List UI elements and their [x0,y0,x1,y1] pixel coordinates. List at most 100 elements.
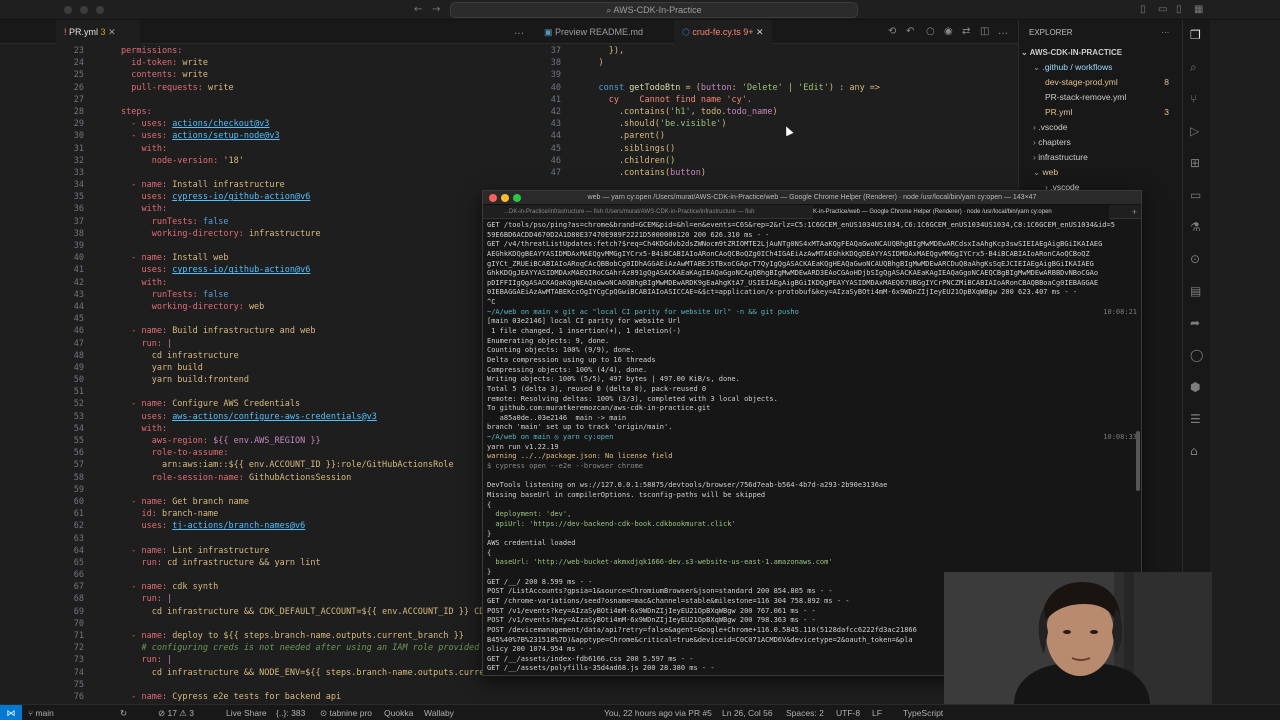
close-icon[interactable]: ✕ [756,27,764,37]
tree-item[interactable]: PR.yml 3 [1045,105,1181,120]
code-line: id-token: write [121,58,209,69]
line-number: 72 [73,643,84,654]
forward-arrow-icon[interactable]: → [432,4,440,15]
terminal-line: AWS credential loaded [487,539,576,548]
command-center[interactable]: ⌕ AWS-CDK-In-Practice [450,2,858,18]
sync-button[interactable]: ↻ [120,705,127,720]
run-debug-icon[interactable]: ▷ [1190,124,1199,138]
testing-icon[interactable]: ⚗ [1190,220,1201,234]
source-control-icon[interactable]: ⑂ [1190,92,1197,106]
git-blame[interactable]: You, 22 hours ago via PR #5 [604,705,712,720]
problems-indicator[interactable]: ⊘ 17 ⚠ 3 [158,705,194,720]
search-icon[interactable]: ⌕ [1190,60,1197,75]
line-number: 56 [73,448,84,459]
line-number: 48 [73,350,84,361]
tree-item[interactable]: dev-stage-prod.yml 8 [1045,75,1181,90]
line-number: 23 [73,46,84,56]
circle-icon[interactable]: ○ [926,26,935,37]
tree-item[interactable]: › infrastructure [1033,150,1181,165]
terminal-line: AEGhkKDQgBEAYYASIDMDAxMAEQgvMMGgIYCrx5-B… [487,249,1090,258]
back-arrow-icon[interactable]: ← [414,4,422,15]
tab-pr-yml[interactable]: ! PR.yml 3 ✕ [56,20,140,44]
live-share-icon[interactable]: ➦ [1190,316,1200,330]
todo-tree-icon[interactable]: ☰ [1190,412,1201,426]
toggle-panel-icon[interactable]: ▭ [1158,4,1167,15]
terminal-scrollbar[interactable] [1136,431,1140,491]
language-mode[interactable]: TypeScript [903,705,943,720]
zoom-window-button[interactable] [513,194,521,202]
toggle-sidebar-icon[interactable]: ▯ [1140,4,1146,15]
code-line: role-session-name: GithubActionsSession [121,472,352,483]
wallaby-status[interactable]: Wallaby [424,705,454,720]
tab-preview-readme[interactable]: ▣ Preview README.md [536,20,651,44]
toggle-secondary-sidebar-icon[interactable]: ▯ [1176,4,1182,15]
terminal-line: { [487,500,492,509]
tree-item[interactable]: ⌄ .github / workflows [1033,60,1181,75]
selection-info[interactable]: {..}: 383 [276,705,305,720]
timeline-icon[interactable]: ⟲ [888,26,896,37]
tree-item[interactable]: PR-stack-remove.yml [1045,90,1181,105]
right-editor[interactable]: 37 38 39 40 41 42 43 44 45 46 47 }), ) const getTo… [536,45,1018,190]
code-line: - name: Install web [121,253,229,264]
tabnine-status[interactable]: ⊙ tabnine pro [320,705,372,720]
close-icon[interactable]: ✕ [108,27,116,37]
terminal-line: a85a0de..03e2146 main -> main [487,413,627,422]
code-line: - name: Build infrastructure and web [121,326,316,337]
minimize-window-button[interactable] [80,6,88,14]
open-preview-icon[interactable]: ◉ [944,26,953,37]
quokka-status[interactable]: Quokka [384,705,413,720]
line-number: 24 [73,58,84,69]
explorer-root[interactable]: ⌄ AWS-CDK-IN-PRACTICE [1021,45,1122,60]
customize-layout-icon[interactable]: ▦ [1194,4,1203,15]
code-line: .contains('h1', todo.todo_name) [578,106,778,117]
tab-crud-fe[interactable]: ⬡ crud-fe.cy.ts 9+ ✕ [674,20,772,44]
code-line: const getTodoBtn = (button: 'Delete' | '… [578,82,881,93]
line-number: 39 [73,241,84,251]
code-line: - name: cdk synth [121,582,219,593]
terminal-line: Total 5 (delta 3), reused 0 (delta 0), p… [487,384,707,393]
new-tab-icon[interactable]: + [1132,205,1137,219]
close-window-button[interactable] [489,194,497,202]
encoding[interactable]: UTF-8 [836,705,860,720]
line-number: 45 [73,314,84,325]
code-area[interactable]: }), ) const getTodoBtn = (button: 'Delet… [578,45,880,179]
tree-item[interactable]: ⌄ web [1033,165,1181,180]
end-of-line[interactable]: LF [872,705,882,720]
close-window-button[interactable] [64,6,72,14]
terminal-line: Compressing objects: 100% (4/4), done. [487,365,648,374]
compare-icon[interactable]: ⇄ [962,26,970,37]
indentation[interactable]: Spaces: 2 [786,705,824,720]
tree-item[interactable]: › chapters [1033,135,1181,150]
bookmarks-icon[interactable]: ⌂ [1190,444,1198,458]
github-icon[interactable]: ◯ [1190,348,1203,362]
code-line: cd infrastructure && CDK_DEFAULT_ACCOUNT… [121,606,500,617]
cursor-position[interactable]: Ln 26, Col 56 [722,705,773,720]
minimize-window-button[interactable] [501,194,509,202]
docker-icon[interactable]: ▤ [1190,284,1201,298]
code-line: with: [121,204,168,215]
git-branch[interactable]: ⑂ main [28,705,54,720]
line-number: 54 [73,423,84,434]
left-editor[interactable]: 23 24 25 26 27 28 29 30 31 32 33 34 35 36 37 38 39 40 41 42… [0,45,536,704]
git-graph-icon[interactable]: ⊙ [1190,252,1200,266]
code-area[interactable]: permissions: id-token: write contents: w… [121,45,500,704]
more-actions-icon[interactable]: … [1161,25,1170,35]
explorer-icon[interactable]: ❐ [1190,28,1201,42]
remote-explorer-icon[interactable]: ▭ [1190,188,1201,202]
line-number: 36 [73,204,84,215]
revert-icon[interactable]: ↶ [906,26,914,37]
tree-item[interactable]: › .vscode [1033,120,1181,135]
terminal-tab-infrastructure[interactable]: …DK-in-Practice/infrastructure — fish /U… [503,205,803,219]
more-actions-icon[interactable]: … [998,26,1008,37]
aws-icon[interactable]: ⬢ [1190,380,1200,394]
code-line: # configuring creds is not needed after … [121,643,495,654]
split-editor-icon[interactable]: ◫ [980,26,989,37]
live-share-button[interactable]: Live Share [226,705,267,720]
extensions-icon[interactable]: ⊞ [1190,156,1200,170]
more-actions-icon[interactable]: … [514,26,524,37]
zoom-window-button[interactable] [96,6,104,14]
terminal-tab-web[interactable]: K-in-Practice/web — Google Chrome Helper… [813,205,1109,219]
remote-indicator-icon[interactable]: ⋈ [0,705,22,720]
